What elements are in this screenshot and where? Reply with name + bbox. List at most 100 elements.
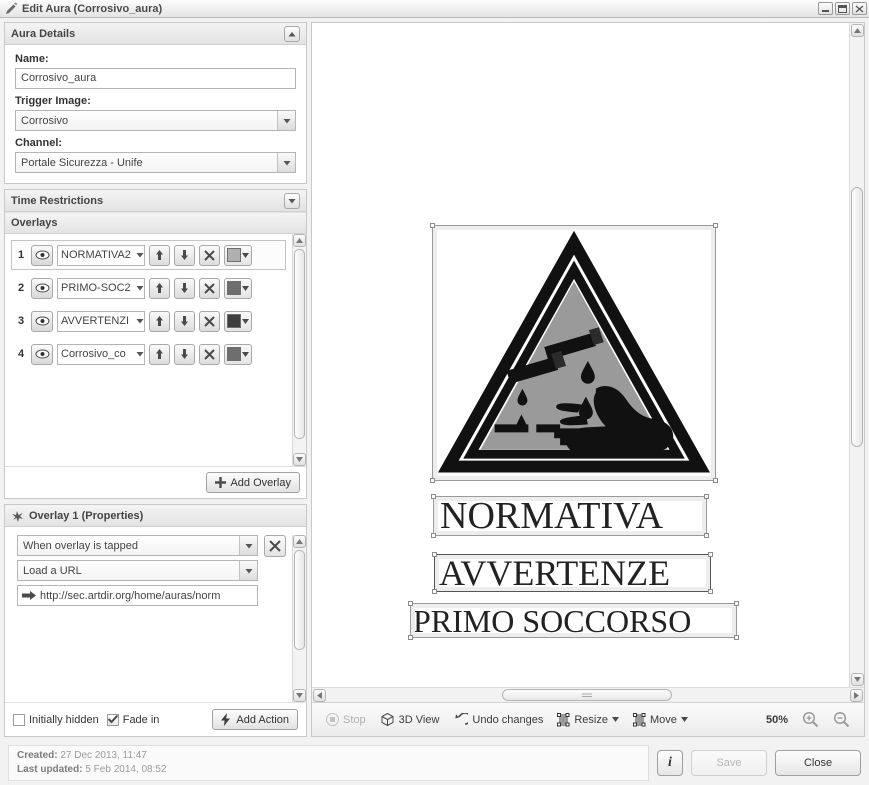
add-overlay-button[interactable]: Add Overlay: [206, 472, 300, 493]
overlay-text-selection[interactable]: AVVERTENZE: [432, 552, 713, 594]
aura-canvas[interactable]: NORMATIVA AVVERTENZE PRIMO SOCCORSO: [312, 23, 849, 687]
scrollbar-track[interactable]: [851, 37, 863, 673]
channel-select[interactable]: Portale Sicurezza - Unife: [15, 152, 296, 173]
arrow-up-icon[interactable]: [149, 277, 170, 299]
scroll-up-icon[interactable]: [850, 24, 864, 37]
action-url-input[interactable]: http://sec.artdir.org/home/auras/norm: [17, 585, 258, 606]
scrollbar-track[interactable]: [327, 689, 849, 701]
canvas-vertical-scrollbar[interactable]: [849, 23, 864, 687]
overlay-row[interactable]: 3 AVVERTENZI: [11, 306, 286, 336]
overlay-name-select[interactable]: NORMATIVA2: [57, 244, 145, 266]
scroll-down-icon[interactable]: [293, 453, 306, 466]
resize-handle[interactable]: [430, 223, 435, 228]
trigger-image-label: Trigger Image:: [15, 95, 91, 107]
overlay-text-selection[interactable]: PRIMO SOCCORSO: [408, 601, 739, 640]
scrollbar-thumb[interactable]: [502, 689, 672, 701]
arrow-up-icon[interactable]: [149, 310, 170, 332]
arrow-down-icon[interactable]: [174, 277, 195, 299]
scroll-up-icon[interactable]: [293, 234, 306, 247]
delete-overlay-icon[interactable]: [199, 310, 220, 332]
resize-handle[interactable]: [734, 601, 739, 606]
arrow-down-icon[interactable]: [174, 343, 195, 365]
time-restrictions-header[interactable]: Time Restrictions: [5, 190, 306, 212]
resize-handle[interactable]: [432, 589, 437, 594]
arrow-down-icon[interactable]: [174, 244, 195, 266]
overlay-index: 4: [17, 348, 25, 360]
properties-scrollbar[interactable]: [292, 535, 306, 702]
overlays-list-wrap: 1 NORMATIVA2 2 PRIMO-SOC2 3 AVVERTENZI 4…: [5, 234, 306, 466]
scrollbar-thumb[interactable]: [294, 249, 305, 439]
resize-handle[interactable]: [734, 635, 739, 640]
scrollbar-track[interactable]: [294, 548, 305, 689]
resize-handle[interactable]: [704, 494, 709, 499]
delete-overlay-icon[interactable]: [199, 244, 220, 266]
resize-handle[interactable]: [431, 533, 436, 538]
close-icon[interactable]: [852, 2, 867, 15]
remove-action-button[interactable]: [264, 535, 286, 557]
overlay-name-select[interactable]: Corrosivo_co: [57, 343, 145, 365]
scroll-left-icon[interactable]: [313, 688, 326, 702]
overlay-color-button[interactable]: [224, 277, 252, 299]
initially-hidden-checkbox[interactable]: Initially hidden: [13, 713, 99, 726]
arrow-down-icon[interactable]: [174, 310, 195, 332]
info-button[interactable]: i: [657, 750, 683, 776]
overlay-name-select[interactable]: AVVERTENZI: [57, 310, 145, 332]
arrow-up-icon[interactable]: [149, 343, 170, 365]
overlay-row[interactable]: 1 NORMATIVA2: [11, 240, 286, 270]
resize-handle[interactable]: [431, 494, 436, 499]
undo-changes-button[interactable]: Undo changes: [453, 712, 543, 727]
overlay-color-button[interactable]: [224, 310, 252, 332]
eye-icon[interactable]: [31, 343, 53, 365]
aura-details-header[interactable]: Aura Details: [5, 23, 306, 45]
overlay-color-button[interactable]: [224, 244, 252, 266]
scroll-right-icon[interactable]: [850, 688, 863, 702]
resize-handle[interactable]: [704, 533, 709, 538]
resize-handle[interactable]: [430, 478, 435, 483]
delete-overlay-icon[interactable]: [199, 277, 220, 299]
scroll-down-icon[interactable]: [293, 689, 306, 702]
arrow-up-icon[interactable]: [149, 244, 170, 266]
overlay-color-button[interactable]: [224, 343, 252, 365]
overlays-scrollbar[interactable]: [292, 234, 306, 466]
resize-handle[interactable]: [708, 589, 713, 594]
resize-handle[interactable]: [708, 552, 713, 557]
scroll-down-icon[interactable]: [850, 673, 864, 686]
chevron-down-icon[interactable]: [284, 192, 300, 209]
resize-handle[interactable]: [713, 478, 718, 483]
scrollbar-thumb[interactable]: [294, 550, 305, 650]
resize-button[interactable]: Resize: [557, 712, 619, 727]
zoom-in-button[interactable]: [802, 711, 819, 728]
resize-handle[interactable]: [408, 635, 413, 640]
scrollbar-track[interactable]: [294, 247, 305, 453]
trigger-image-select[interactable]: Corrosivo: [15, 110, 296, 131]
minimize-icon[interactable]: [818, 2, 833, 15]
scroll-up-icon[interactable]: [293, 535, 306, 548]
maximize-icon[interactable]: [835, 2, 850, 15]
move-button[interactable]: Move: [632, 712, 688, 727]
delete-overlay-icon[interactable]: [199, 343, 220, 365]
fade-in-checkbox[interactable]: Fade in: [106, 713, 159, 726]
canvas-horizontal-scrollbar[interactable]: [312, 687, 864, 702]
eye-icon[interactable]: [31, 277, 53, 299]
chevron-up-icon[interactable]: [284, 25, 300, 42]
eye-icon[interactable]: [31, 244, 53, 266]
trigger-condition-select[interactable]: When overlay is tapped: [17, 535, 258, 556]
add-action-button[interactable]: Add Action: [212, 709, 298, 730]
save-button[interactable]: Save: [691, 750, 767, 776]
resize-handle[interactable]: [432, 552, 437, 557]
action-type-select[interactable]: Load a URL: [17, 560, 258, 581]
overlay-row[interactable]: 4 Corrosivo_co: [11, 339, 286, 369]
zoom-out-button[interactable]: [833, 711, 850, 728]
stop-button[interactable]: Stop: [326, 713, 366, 726]
eye-icon[interactable]: [31, 310, 53, 332]
overlay-row[interactable]: 2 PRIMO-SOC2: [11, 273, 286, 303]
scrollbar-thumb[interactable]: [851, 187, 863, 447]
close-button[interactable]: Close: [775, 750, 861, 776]
overlay-name-select[interactable]: PRIMO-SOC2: [57, 277, 145, 299]
3d-view-button[interactable]: 3D View: [380, 712, 439, 727]
trigger-image-selection[interactable]: [430, 223, 718, 483]
resize-handle[interactable]: [408, 601, 413, 606]
resize-handle[interactable]: [713, 223, 718, 228]
name-input[interactable]: Corrosivo_aura: [15, 68, 296, 89]
overlay-text-selection[interactable]: NORMATIVA: [431, 494, 709, 538]
